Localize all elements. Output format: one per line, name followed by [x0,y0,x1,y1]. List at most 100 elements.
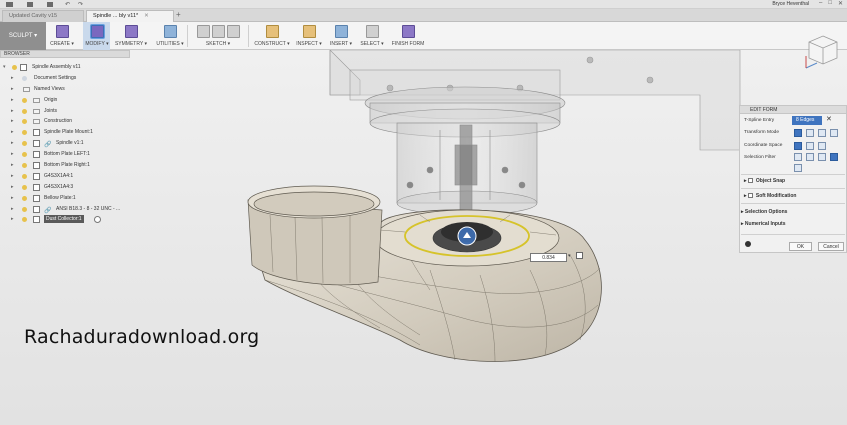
select-group[interactable]: SELECT ▾ [358,23,386,47]
close-tab-icon[interactable]: ✕ [144,13,149,19]
world-space-icon[interactable] [794,142,802,150]
vertex-filter-icon[interactable] [794,153,802,161]
view-space-icon[interactable] [806,142,814,150]
rotate-icon[interactable] [818,129,826,137]
browser-item-root[interactable]: ▾ Spindle Assembly v11 [0,62,130,73]
expand-icon[interactable]: ▸ [11,149,14,160]
browser-item-named-views[interactable]: ▸ Named Views [0,84,130,95]
rectangle-icon[interactable] [226,24,240,38]
minimize-button[interactable]: – [819,0,822,7]
dropdown-arrow-icon[interactable]: ▾ [568,253,571,259]
visibility-bulb-icon[interactable] [22,173,27,179]
browser-item-ansi-screw[interactable]: ▸ 🔗 ANSI B18.3 - 8 - 32 UNC - ... [0,204,130,215]
transform-multi-icon[interactable] [794,129,802,137]
edit-form-icon[interactable] [90,24,104,38]
tab-updated-cavity[interactable]: Updated Cavity v15 [2,10,84,22]
face-filter-icon[interactable] [818,153,826,161]
expand-icon[interactable]: ▸ [11,171,14,182]
visibility-bulb-icon[interactable] [12,65,17,70]
symmetry-group[interactable]: SYMMETRY ▾ [114,23,148,47]
object-snap-checkbox[interactable] [747,178,753,183]
browser-item-origin[interactable]: ▸ Origin [0,95,130,106]
soft-modification-section[interactable]: ▸ Soft Modification [744,193,796,199]
visibility-bulb-icon[interactable] [22,141,27,147]
activate-icon[interactable] [94,216,101,224]
expand-icon[interactable]: ▸ [11,73,14,84]
browser-item-bottom-plate-left[interactable]: ▸ Bottom Plate LEFT:1 [0,149,130,160]
browser-item-g4s3x1a4-1[interactable]: ▸ G4S3X1A4:1 [0,171,130,182]
visibility-bulb-icon[interactable] [22,97,27,103]
collapse-icon[interactable]: ▾ [3,62,6,73]
expand-icon[interactable]: ▸ [11,193,14,204]
distance-input[interactable]: 0.834 [530,253,567,262]
browser-item-bottom-plate-right[interactable]: ▸ Bottom Plate Right:1 [0,160,130,171]
edge-filter-icon[interactable] [806,153,814,161]
line-icon[interactable] [211,24,225,38]
expand-icon[interactable]: ▸ [11,84,14,95]
outlet-duct[interactable] [247,185,383,286]
close-button[interactable]: ✕ [838,0,843,7]
insert-image-icon[interactable] [334,24,348,38]
clear-selection-icon[interactable]: ✕ [826,115,832,123]
visibility-bulb-icon[interactable] [22,130,27,136]
redo-icon[interactable]: ↷ [78,1,83,8]
numerical-inputs-section[interactable]: ▸ Numerical Inputs [741,221,785,227]
visibility-bulb-icon[interactable] [22,108,27,114]
insert-group[interactable]: INSERT ▾ [328,23,354,47]
browser-item-dust-collector[interactable]: ▸ Dust Collector:1 [0,214,130,225]
sketch-icon[interactable] [196,24,210,38]
utilities-group[interactable]: UTILITIES ▾ [154,23,186,47]
expand-icon[interactable]: ▸ [11,204,14,215]
edit-form-title[interactable]: EDIT FORM [740,106,846,114]
scale-icon[interactable] [830,129,838,137]
symmetry-icon[interactable] [124,24,138,38]
utilities-icon[interactable] [163,24,177,38]
tab-spindle-assembly[interactable]: Spindle ... bly v11* ✕ [86,10,174,22]
box-form-icon[interactable] [55,24,69,38]
expand-icon[interactable]: ▸ [11,116,14,127]
browser-item-construction[interactable]: ▸ Construction [0,116,130,127]
new-tab-button[interactable]: + [176,10,181,19]
expand-icon[interactable]: ▸ [11,214,14,225]
browser-item-joints[interactable]: ▸ Joints [0,106,130,117]
browser-header[interactable]: BROWSER [0,50,130,58]
visibility-bulb-icon[interactable] [22,119,27,125]
soft-modification-checkbox[interactable] [747,193,753,198]
visibility-bulb-icon[interactable] [22,152,27,158]
input-options-icon[interactable] [576,252,583,259]
visibility-bulb-icon[interactable] [22,206,27,212]
cancel-button[interactable]: Cancel [818,242,844,251]
browser-item-g4s3x1a4-3[interactable]: ▸ G4S3X1A4:3 [0,182,130,193]
finish-form-group[interactable]: FINISH FORM [390,23,426,47]
expand-icon[interactable]: ▸ [11,95,14,106]
all-filter-icon[interactable] [830,153,838,161]
browser-item-spindle[interactable]: ▸ 🔗 Spindle v1:1 [0,138,130,149]
expand-icon[interactable]: ▸ [11,160,14,171]
info-icon[interactable] [745,241,751,247]
visibility-bulb-icon[interactable] [22,163,27,169]
local-space-icon[interactable] [818,142,826,150]
measure-icon[interactable] [302,24,316,38]
body-filter-icon[interactable] [794,164,802,172]
create-group[interactable]: CREATE ▾ [50,23,74,47]
browser-item-bellow-plate[interactable]: ▸ Bellow Plate:1 [0,193,130,204]
browser-item-document-settings[interactable]: ▸ Document Settings [0,73,130,84]
modify-group[interactable]: MODIFY ▾ [84,23,110,47]
browser-item-spindle-plate-mount[interactable]: ▸ Spindle Plate Mount:1 [0,127,130,138]
expand-icon[interactable]: ▸ [11,106,14,117]
workspace-switcher[interactable]: SCULPT ▾ [0,22,46,50]
app-grid-icon[interactable] [6,1,13,7]
undo-icon[interactable]: ↶ [65,1,70,8]
user-name[interactable]: Bryce Heventhal [772,1,809,7]
object-snap-section[interactable]: ▸ Object Snap [744,178,785,184]
view-cube[interactable] [803,30,843,72]
construct-group[interactable]: CONSTRUCT ▾ [252,23,292,47]
save-icon[interactable] [47,1,53,7]
visibility-bulb-icon[interactable] [22,184,27,190]
ok-button[interactable]: OK [789,242,812,251]
expand-icon[interactable]: ▸ [11,182,14,193]
finish-form-icon[interactable] [401,24,415,38]
maximize-button[interactable]: □ [828,0,832,7]
visibility-bulb-icon[interactable] [22,195,27,201]
plane-icon[interactable] [265,24,279,38]
